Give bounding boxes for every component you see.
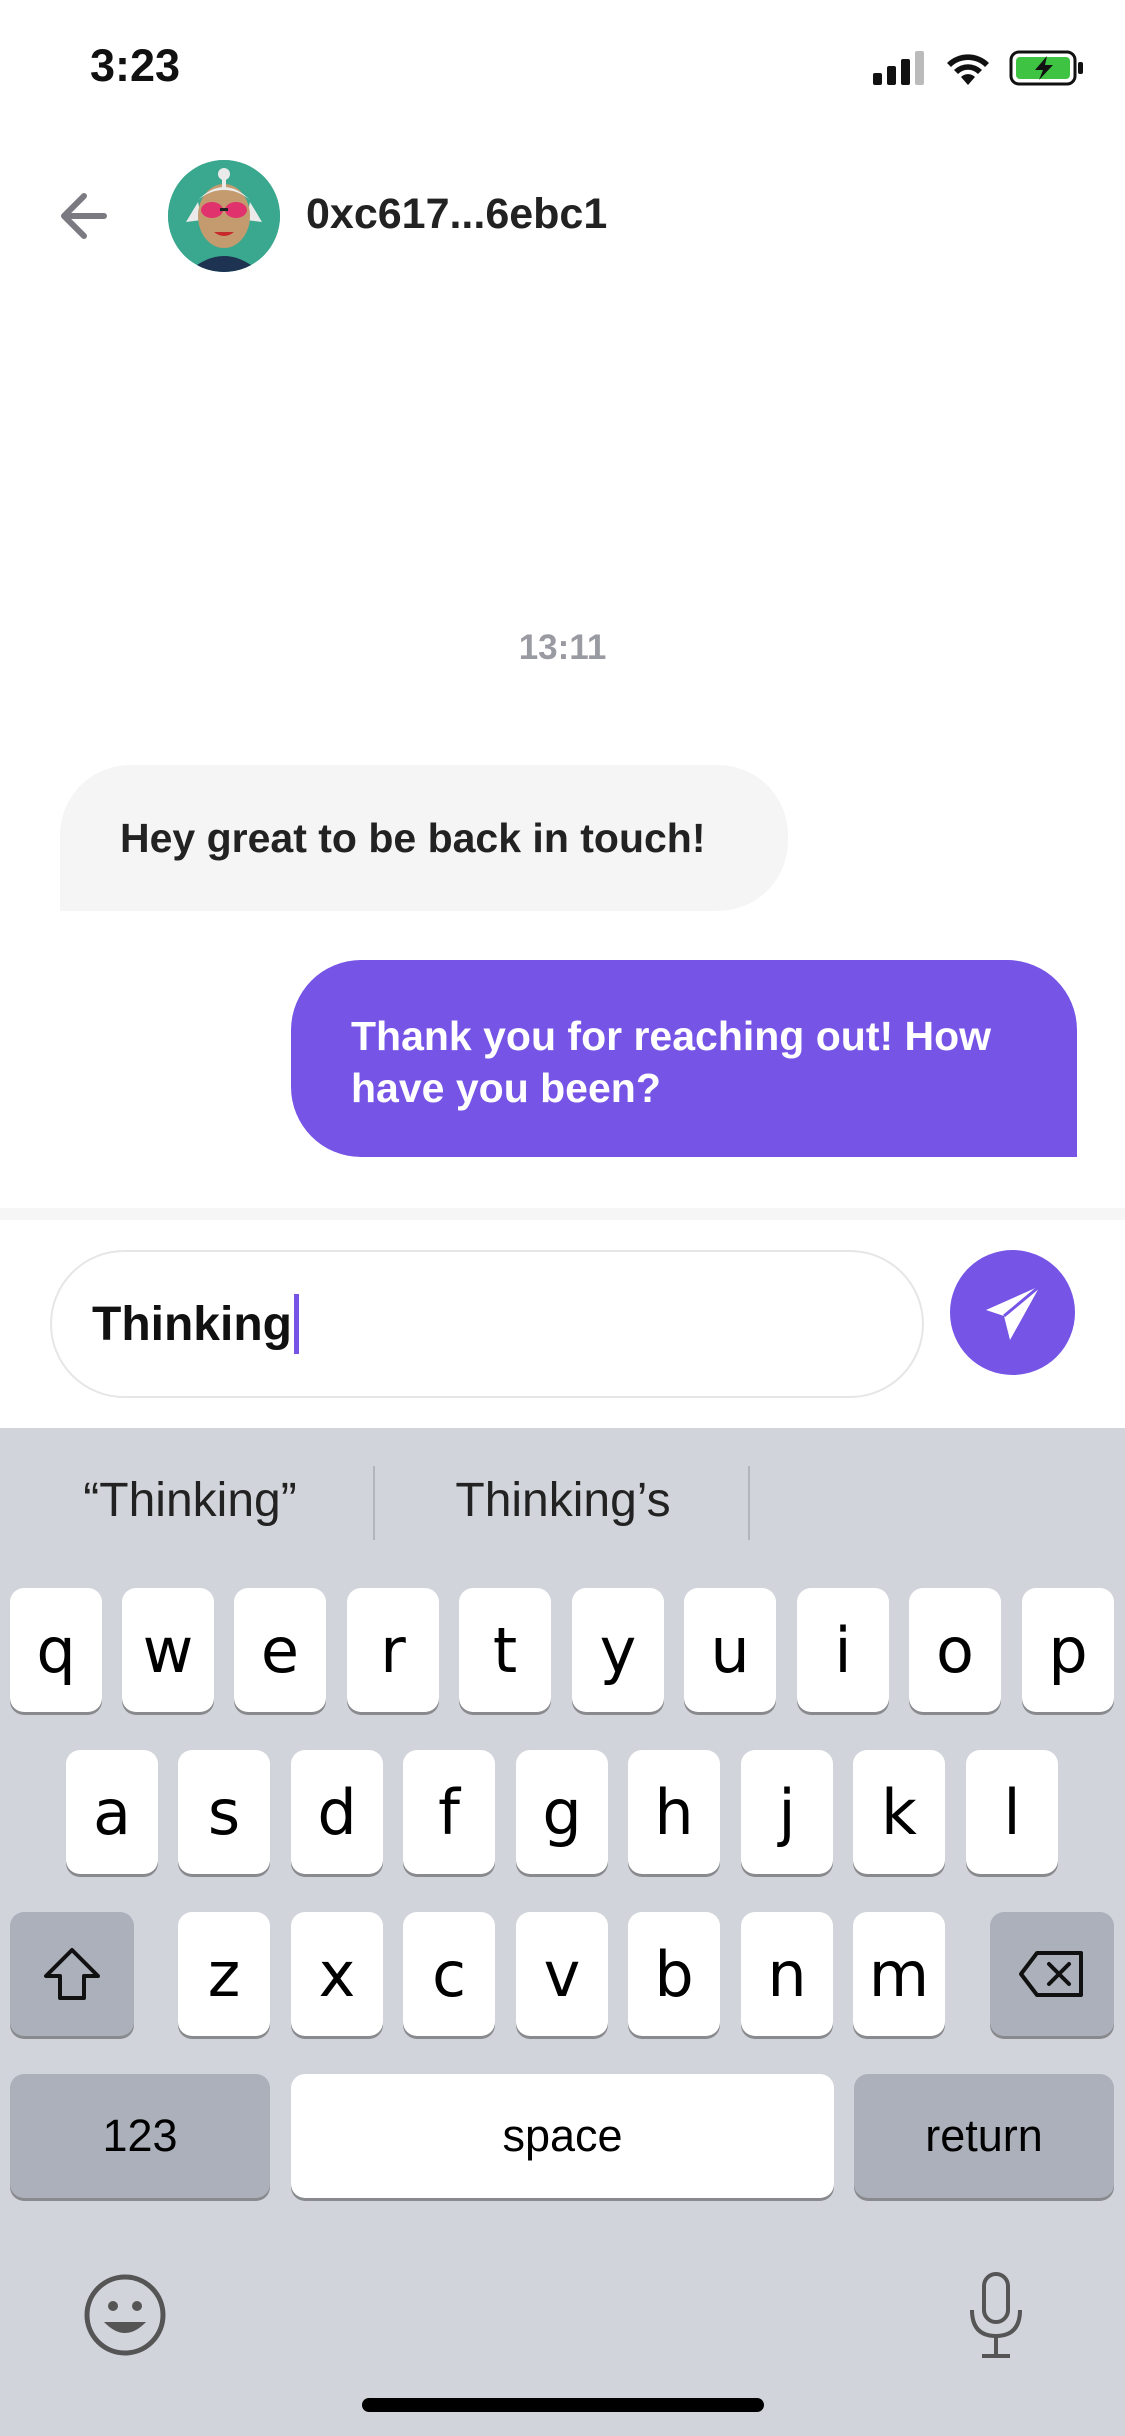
message-text: Thank you for reaching out! How have you… [351, 1013, 992, 1111]
key-m[interactable]: m [853, 1912, 945, 2036]
key-e[interactable]: e [234, 1588, 326, 1712]
key-v[interactable]: v [516, 1912, 608, 2036]
key-j[interactable]: j [741, 1750, 833, 1874]
key-o[interactable]: o [909, 1588, 1001, 1712]
emoji-button[interactable] [82, 2272, 168, 2358]
microphone-icon [970, 2272, 1022, 2358]
key-l[interactable]: l [966, 1750, 1058, 1874]
shift-icon [44, 1948, 100, 2000]
paper-plane-icon [985, 1284, 1041, 1340]
key-w[interactable]: w [122, 1588, 214, 1712]
signal-icon [873, 51, 924, 85]
suggestion-divider [373, 1466, 375, 1540]
key-b[interactable]: b [628, 1912, 720, 2036]
arrow-left-icon [61, 193, 107, 239]
key-i[interactable]: i [797, 1588, 889, 1712]
emoji-icon [84, 2274, 166, 2356]
dictation-button[interactable] [964, 2270, 1028, 2362]
text-caret [293, 1294, 299, 1354]
key-h[interactable]: h [628, 1750, 720, 1874]
suggestion-divider [748, 1466, 750, 1540]
backspace-icon [1019, 1951, 1083, 1997]
battery-charging-icon [1009, 50, 1083, 86]
key-u[interactable]: u [684, 1588, 776, 1712]
key-d[interactable]: d [291, 1750, 383, 1874]
message-input-value: Thinking [92, 1297, 292, 1351]
key-t[interactable]: t [459, 1588, 551, 1712]
key-r[interactable]: r [347, 1588, 439, 1712]
key-g[interactable]: g [516, 1750, 608, 1874]
contact-name: 0xc617...6ebc1 [306, 190, 608, 238]
key-k[interactable]: k [853, 1750, 945, 1874]
status-icons [873, 48, 1085, 88]
wifi-icon [947, 54, 989, 85]
return-key[interactable]: return [854, 2074, 1114, 2198]
suggestion-2[interactable]: Thinking’s [380, 1460, 746, 1540]
suggestion-1[interactable]: “Thinking” [40, 1460, 340, 1540]
key-f[interactable]: f [403, 1750, 495, 1874]
key-x[interactable]: x [291, 1912, 383, 2036]
shift-key[interactable] [10, 1912, 134, 2036]
send-button[interactable] [950, 1250, 1075, 1375]
space-key[interactable]: space [291, 2074, 834, 2198]
key-c[interactable]: c [403, 1912, 495, 2036]
avatar-illustration [168, 160, 280, 272]
home-indicator[interactable] [362, 2398, 764, 2412]
key-y[interactable]: y [572, 1588, 664, 1712]
message-input[interactable]: Thinking [50, 1250, 924, 1398]
key-z[interactable]: z [178, 1912, 270, 2036]
numbers-key[interactable]: 123 [10, 2074, 270, 2198]
outgoing-message-bubble[interactable]: Thank you for reaching out! How have you… [291, 960, 1077, 1157]
key-a[interactable]: a [66, 1750, 158, 1874]
backspace-key[interactable] [990, 1912, 1114, 2036]
message-timestamp: 13:11 [518, 628, 607, 667]
key-p[interactable]: p [1022, 1588, 1114, 1712]
incoming-message-bubble[interactable]: Hey great to be back in touch! [60, 765, 788, 911]
composer-divider [0, 1208, 1125, 1220]
status-time: 3:23 [90, 40, 181, 91]
key-n[interactable]: n [741, 1912, 833, 2036]
back-button[interactable] [58, 188, 118, 244]
avatar[interactable] [168, 160, 280, 272]
message-text: Hey great to be back in touch! [120, 814, 706, 861]
key-s[interactable]: s [178, 1750, 270, 1874]
key-q[interactable]: q [10, 1588, 102, 1712]
